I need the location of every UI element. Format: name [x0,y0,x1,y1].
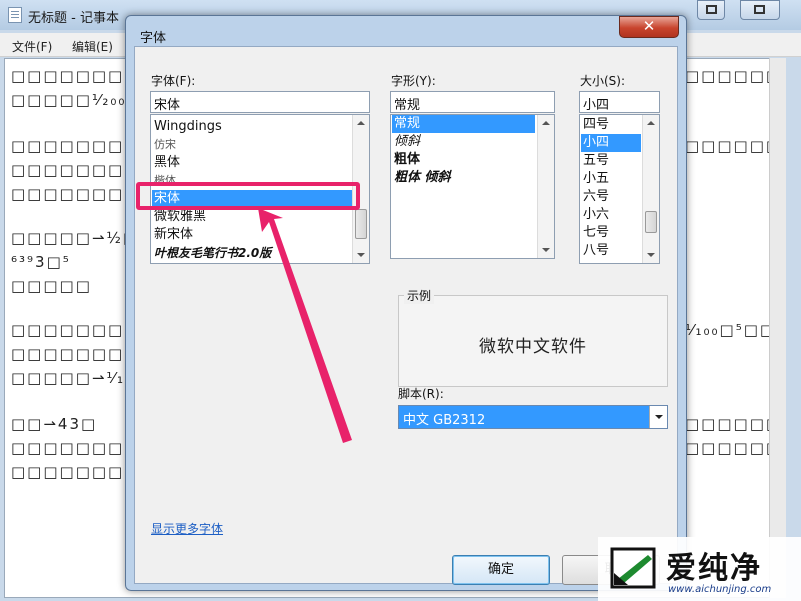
watermark-url: www.aichunjing.com [668,584,772,595]
watermark: 爱纯净 www.aichunjing.com [598,537,801,601]
aichunjing-logo-icon [610,547,656,589]
pointer-arrow-icon [258,208,352,443]
watermark-title: 爱纯净 [666,551,762,586]
